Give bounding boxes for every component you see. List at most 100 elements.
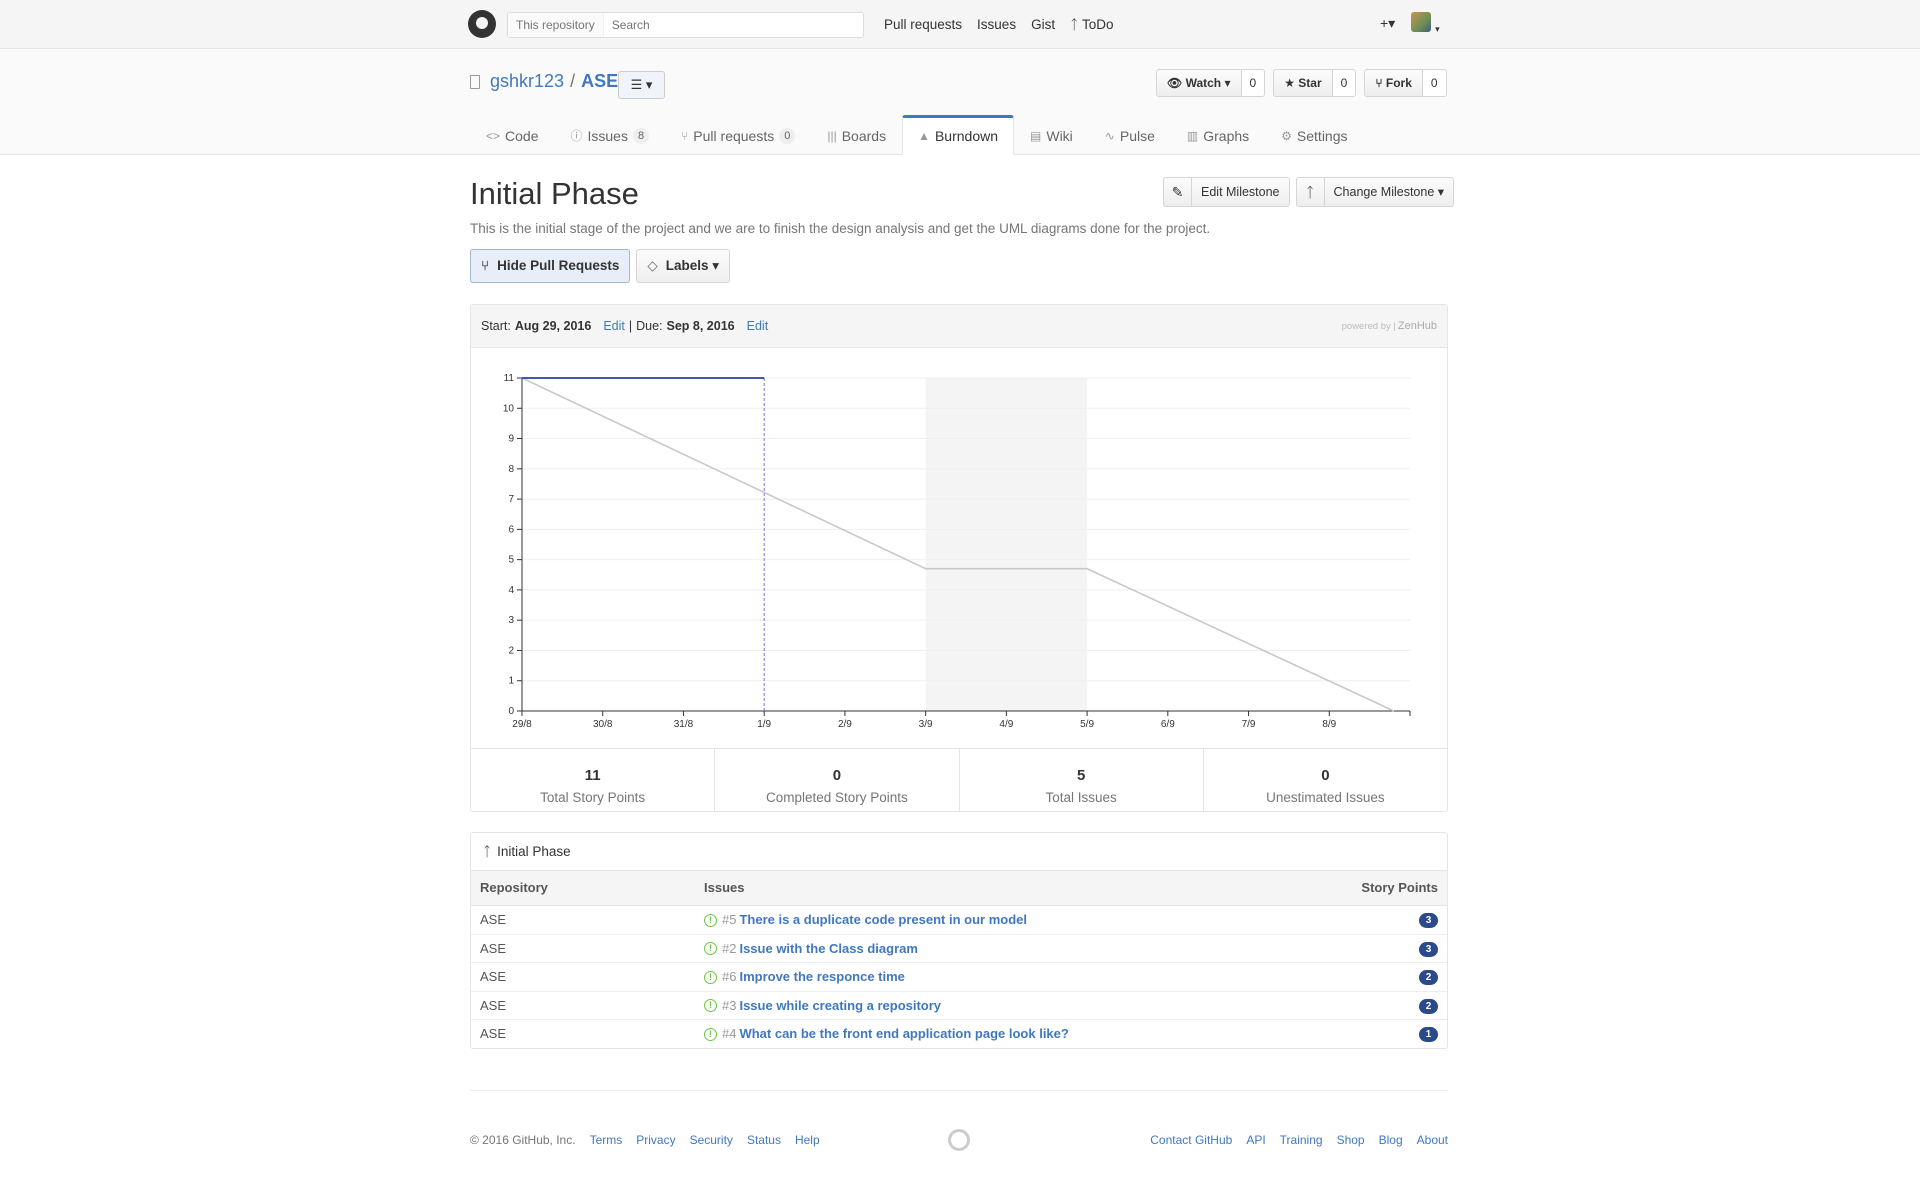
y-tick-label: 4 [508, 585, 514, 596]
stat-completed-story-points: 0 Completed Story Points [715, 749, 960, 811]
create-new-button[interactable]: +▾ [1380, 15, 1395, 32]
stat-value: 5 [1076, 767, 1086, 784]
tab-wiki[interactable]: ▤ Wiki [1014, 115, 1089, 155]
footer-link-security[interactable]: Security [690, 1133, 733, 1147]
change-milestone-button[interactable]: ᛏ Change Milestone ▾ [1295, 177, 1455, 207]
weekend-band [925, 378, 1088, 711]
nav-issues[interactable]: Issues [977, 17, 1016, 32]
tab-settings-label: Settings [1296, 128, 1348, 144]
tab-code[interactable]: <> Code [470, 115, 554, 155]
footer-link-shop[interactable]: Shop [1337, 1133, 1365, 1147]
edit-due-link[interactable]: Edit [747, 319, 769, 333]
tab-settings[interactable]: ⚙ Settings [1265, 115, 1363, 155]
footer-link-api[interactable]: API [1246, 1133, 1265, 1147]
zenhub-brand: ZenHub [1397, 320, 1437, 332]
start-date: Aug 29, 2016 [514, 319, 592, 333]
tab-boards[interactable]: ||| Boards [811, 115, 902, 155]
edit-milestone-button[interactable]: ✎ Edit Milestone [1163, 177, 1290, 207]
footer-link-help[interactable]: Help [795, 1133, 820, 1147]
x-tick-label: 4/9 [999, 719, 1013, 730]
footer-copyright: © 2016 GitHub, Inc. [470, 1133, 576, 1147]
x-tick-label: 2/9 [838, 719, 852, 730]
table-row[interactable]: ASE ! #6 Improve the responce time 2 [471, 963, 1447, 992]
search-input[interactable] [603, 13, 863, 37]
fork-button[interactable]: ⑂ Fork [1364, 69, 1423, 97]
issue-opened-icon: ⓘ [570, 129, 583, 143]
story-points-badge: 3 [1419, 913, 1438, 929]
tab-graphs[interactable]: ▥ Graphs [1171, 115, 1265, 155]
fork-count[interactable]: 0 [1422, 69, 1447, 97]
milestone-description: This is the initial stage of the project… [470, 221, 1211, 236]
issue-opened-icon: ! [704, 970, 717, 984]
issue-title-link[interactable]: What can be the front end application pa… [739, 1020, 1068, 1048]
footer-left: © 2016 GitHub, Inc. Terms Privacy Securi… [470, 1133, 820, 1147]
tab-graphs-label: Graphs [1203, 128, 1250, 144]
issue-opened-icon: ! [704, 913, 717, 927]
issue-title-link[interactable]: There is a duplicate code present in our… [739, 906, 1027, 934]
github-mark-icon[interactable] [948, 1129, 970, 1151]
tab-issues[interactable]: ⓘ Issues 8 [554, 115, 665, 155]
watch-button[interactable]: 👁 Watch ▾ [1156, 69, 1242, 97]
table-row[interactable]: ASE ! #5 There is a duplicate code present… [471, 906, 1447, 935]
nav-todo[interactable]: ᛏ ToDo [1070, 17, 1113, 32]
powered-by-zenhub: powered by | ZenHub [1342, 320, 1437, 332]
nav-gist[interactable]: Gist [1031, 17, 1055, 32]
footer-link-terms[interactable]: Terms [590, 1133, 623, 1147]
tab-pull-requests[interactable]: ⑂ Pull requests 0 [665, 115, 811, 155]
repo-title-separator: / [570, 71, 576, 91]
pencil-icon: ✎ [1164, 178, 1192, 206]
pull-request-icon: ⑂ [681, 129, 689, 143]
issue-title-link[interactable]: Issue with the Class diagram [739, 935, 917, 963]
due-label: Due: [636, 319, 663, 333]
y-tick-label: 1 [508, 676, 514, 687]
y-tick-label: 9 [508, 434, 514, 445]
burndown-chart-svg: 0 1 2 3 4 5 6 7 8 9 10 11 29/8 30/8 31/8 1/9 2/9 3/9 4/9 5/… [503, 373, 1411, 730]
footer-link-contact[interactable]: Contact GitHub [1150, 1133, 1232, 1147]
issue-number: #5 [722, 912, 737, 927]
boards-icon: ||| [827, 129, 837, 143]
search-box[interactable]: This repository [507, 12, 864, 38]
nav-pull-requests[interactable]: Pull requests [884, 17, 962, 32]
row-issue: ! #2 Issue with the Class diagram [704, 935, 918, 963]
y-tick-label: 7 [508, 494, 514, 505]
repo-name-link[interactable]: ASE [581, 71, 618, 92]
edit-start-link[interactable]: Edit [603, 319, 625, 333]
column-issues: Issues [704, 880, 745, 895]
tab-pull-requests-label: Pull requests [693, 128, 775, 144]
repo-list-menu-button[interactable]: ☰ ▾ [618, 71, 665, 99]
table-row[interactable]: ASE ! #4 What can be the front end applica… [471, 1020, 1447, 1049]
table-row[interactable]: ASE ! #3 Issue while creating a repository… [471, 992, 1447, 1020]
story-points-badge: 2 [1419, 998, 1438, 1014]
watch-count[interactable]: 0 [1241, 69, 1266, 97]
table-row[interactable]: ASE ! #2 Issue with the Class diagram 3 [471, 935, 1447, 963]
issue-number: #6 [722, 969, 737, 984]
burndown-stats: 11 Total Story Points 0 Completed Story … [471, 748, 1447, 811]
pull-request-icon: ⑂ [481, 258, 490, 273]
footer-link-training[interactable]: Training [1280, 1133, 1323, 1147]
avatar-menu[interactable]: ▾ [1411, 12, 1440, 35]
watch-group: 👁 Watch ▾ 0 [1156, 69, 1266, 97]
tab-issues-label: Issues [587, 128, 628, 144]
repo-owner-link[interactable]: gshkr123 [490, 71, 564, 92]
footer-right: Contact GitHub API Training Shop Blog Ab… [1150, 1133, 1448, 1147]
footer-link-about[interactable]: About [1417, 1133, 1448, 1147]
footer-link-status[interactable]: Status [747, 1133, 781, 1147]
labels-dropdown[interactable]: ◇ Labels ▾ [636, 249, 731, 283]
footer-link-blog[interactable]: Blog [1379, 1133, 1403, 1147]
milestone-icon: ᛏ [1297, 178, 1325, 206]
book-icon: ▤ [1030, 129, 1042, 143]
tab-burndown[interactable]: ▲ Burndown [902, 115, 1015, 155]
issue-number: #3 [722, 997, 737, 1013]
row-issue: ! #3 Issue while creating a repository [704, 992, 941, 1020]
issue-title-link[interactable]: Improve the responce time [739, 963, 904, 991]
star-button[interactable]: ★ Star [1273, 69, 1333, 97]
hide-pull-requests-button[interactable]: ⑂ Hide Pull Requests [470, 249, 631, 283]
star-count[interactable]: 0 [1332, 69, 1357, 97]
row-story-points: 3 [1419, 935, 1438, 963]
nav-todo-label: ToDo [1081, 17, 1114, 32]
fork-icon: ⑂ [1375, 76, 1383, 90]
tab-pulse[interactable]: ∿ Pulse [1089, 115, 1171, 155]
github-logo-icon[interactable] [468, 10, 496, 38]
footer-link-privacy[interactable]: Privacy [636, 1133, 675, 1147]
issue-title-link[interactable]: Issue while creating a repository [739, 992, 941, 1020]
